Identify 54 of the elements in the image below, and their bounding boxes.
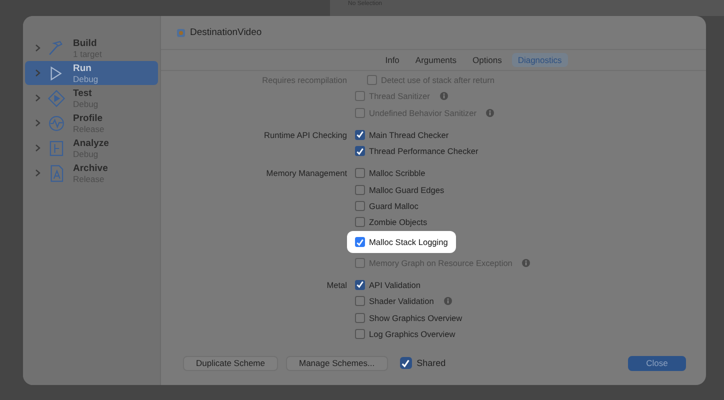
option-label: Thread Performance Checker [369, 146, 478, 156]
section-label: Memory Management [265, 167, 347, 180]
action-title: Run [73, 62, 92, 74]
checkbox[interactable] [355, 130, 365, 140]
option-label: Guard Malloc [369, 201, 418, 212]
project-icon [177, 28, 185, 37]
option-label: Malloc Guard Edges [369, 184, 444, 195]
checkbox[interactable] [355, 237, 365, 248]
checkbox[interactable] [355, 168, 365, 178]
action-title: Profile [73, 112, 104, 124]
checkbox[interactable] [355, 184, 365, 195]
section-label: Runtime API Checking [262, 128, 347, 142]
option-label: Main Thread Checker [369, 130, 449, 140]
bracket-icon [47, 138, 66, 158]
checkbox[interactable] [355, 146, 365, 156]
option-label: Zombie Objects [369, 217, 428, 228]
chevron-icon[interactable] [35, 119, 41, 127]
checkbox[interactable] [400, 357, 412, 370]
chevron-icon[interactable] [35, 44, 41, 52]
footer-button[interactable]: Manage Schemes... [286, 356, 388, 371]
chevron-icon[interactable] [35, 94, 41, 102]
chevron-icon[interactable] [35, 144, 41, 152]
action-title: Analyze [73, 138, 109, 148]
checkbox[interactable] [355, 280, 365, 290]
tab[interactable]: Diagnostics [512, 53, 568, 68]
action-title: Archive [73, 162, 108, 174]
gauge-wave-icon [47, 114, 66, 132]
tab[interactable]: Info [379, 53, 406, 68]
chevron-icon[interactable] [35, 69, 41, 77]
tab[interactable]: Options [466, 53, 508, 68]
action-subtitle: Debug [73, 74, 98, 84]
info-icon[interactable] [444, 297, 452, 306]
option-label: Shader Validation [369, 296, 434, 306]
action-title: Build [73, 38, 98, 48]
shared-label: Shared [416, 358, 446, 368]
checkbox[interactable] [355, 217, 365, 228]
checkbox[interactable] [355, 201, 365, 212]
scheme-action-item[interactable]: Run Debug [25, 61, 158, 85]
option-label: Malloc Stack Logging [369, 237, 448, 248]
chevron-icon[interactable] [35, 169, 41, 177]
section-label: Metal [326, 278, 347, 292]
option-label: Show Graphics Overview [369, 312, 462, 323]
tab[interactable]: Arguments [409, 53, 463, 68]
option-label: API Validation [369, 280, 421, 290]
checkbox[interactable] [355, 296, 365, 306]
close-button[interactable]: Close [628, 356, 686, 371]
option-label: Malloc Scribble [369, 168, 426, 178]
option-label: Log Graphics Overview [369, 328, 456, 339]
action-title: Test [73, 88, 93, 98]
checkbox[interactable] [355, 328, 365, 339]
scheme-name: DestinationVideo [190, 27, 262, 38]
footer-button[interactable]: Duplicate Scheme [183, 356, 278, 371]
diamond-play-icon [47, 88, 66, 108]
checkbox[interactable] [355, 312, 365, 323]
